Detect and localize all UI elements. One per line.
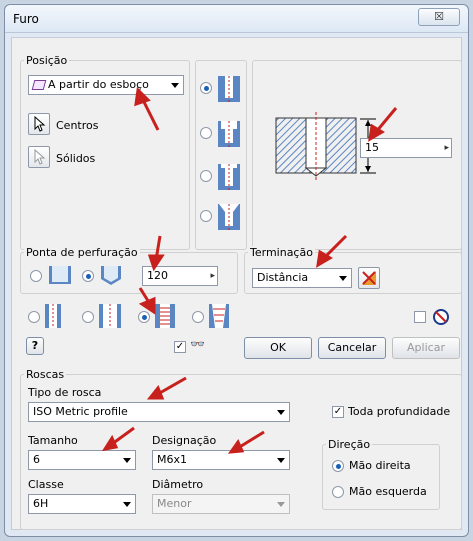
- left-hand-radio[interactable]: [332, 486, 344, 498]
- chevron-down-icon: [123, 458, 131, 463]
- style-tapped-radio[interactable]: [138, 311, 150, 323]
- direction-label: Direção: [326, 438, 373, 451]
- close-icon: ☒: [434, 10, 444, 23]
- size-label: Tamanho: [28, 434, 78, 447]
- hole-dialog: Furo ☒ Posição A partir do esboço Centro…: [4, 4, 469, 537]
- preview-checkbox[interactable]: ✓: [174, 341, 186, 353]
- placement-value: A partir do esboço: [48, 78, 149, 91]
- termination-value: Distância: [257, 271, 309, 284]
- tapped-style-icon: [155, 304, 175, 328]
- pointer-icon: [34, 115, 46, 132]
- ponta-label: Ponta de perfuração: [24, 246, 140, 259]
- chevron-down-icon: [277, 502, 285, 507]
- simple-hole-icon: [218, 76, 240, 102]
- chevron-down-icon: [277, 458, 285, 463]
- right-hand-radio[interactable]: [332, 460, 344, 472]
- spotface-hole-icon: [218, 164, 240, 190]
- dialog-body: Posição A partir do esboço Centros Sólid…: [11, 37, 462, 530]
- depth-value: 15: [365, 141, 379, 154]
- flip-direction-button[interactable]: [358, 267, 380, 289]
- solidos-label: Sólidos: [56, 152, 96, 165]
- depth-input[interactable]: 15 ▸: [360, 138, 452, 158]
- termination-combo[interactable]: Distância: [252, 268, 352, 288]
- tip-angle-value: 120: [147, 269, 168, 282]
- infer-imate-checkbox[interactable]: [414, 311, 426, 323]
- chevron-right-icon: ▸: [210, 271, 215, 281]
- ok-button[interactable]: OK: [244, 337, 312, 359]
- angle-tip-icon: [101, 266, 121, 285]
- taper-style-icon: [209, 304, 229, 328]
- close-button[interactable]: ☒: [418, 8, 460, 26]
- direction-group: [322, 444, 440, 510]
- size-value: 6: [33, 453, 40, 466]
- full-depth-label: Toda profundidade: [348, 405, 451, 418]
- thread-type-combo[interactable]: ISO Metric profile: [28, 402, 290, 422]
- cancel-button[interactable]: Cancelar: [318, 337, 386, 359]
- designation-label: Designação: [152, 434, 217, 447]
- class-value: 6H: [33, 497, 49, 510]
- size-combo[interactable]: 6: [28, 450, 136, 470]
- countersink-hole-icon: [218, 204, 240, 230]
- thread-type-label: Tipo de rosca: [28, 386, 102, 399]
- centros-label: Centros: [56, 119, 99, 132]
- terminacao-label: Terminação: [248, 246, 315, 259]
- diameter-value: Menor: [157, 497, 192, 510]
- designation-value: M6x1: [157, 453, 187, 466]
- roscas-label: Roscas: [24, 368, 67, 381]
- help-icon: ?: [31, 339, 39, 352]
- clearance-style-icon: [99, 304, 121, 328]
- help-button[interactable]: ?: [26, 337, 44, 355]
- solidos-button[interactable]: [28, 146, 50, 168]
- hole-simple-radio[interactable]: [200, 82, 212, 94]
- tip-angle-radio[interactable]: [82, 270, 94, 282]
- class-combo[interactable]: 6H: [28, 494, 136, 514]
- pointer-icon: [34, 148, 46, 165]
- tip-angle-input[interactable]: 120 ▸: [142, 266, 218, 286]
- class-label: Classe: [28, 478, 64, 491]
- apply-button[interactable]: Aplicar: [392, 337, 460, 359]
- flip-icon: [362, 271, 376, 285]
- hole-spotface-radio[interactable]: [200, 170, 212, 182]
- centros-button[interactable]: [28, 113, 50, 135]
- style-clearance-radio[interactable]: [82, 311, 94, 323]
- title-bar: Furo ☒: [5, 5, 468, 33]
- placement-combo[interactable]: A partir do esboço: [28, 75, 184, 95]
- flat-tip-icon: [49, 266, 71, 284]
- chevron-down-icon: [123, 502, 131, 507]
- window-title: Furo: [13, 12, 39, 26]
- diameter-combo[interactable]: Menor: [152, 494, 290, 514]
- hole-preview-diagram: [275, 112, 357, 180]
- chevron-right-icon: ▸: [444, 143, 449, 153]
- style-taper-radio[interactable]: [192, 311, 204, 323]
- style-simple-radio[interactable]: [28, 311, 40, 323]
- left-hand-label: Mão esquerda: [349, 485, 427, 498]
- sketch-icon: [31, 80, 47, 90]
- designation-combo[interactable]: M6x1: [152, 450, 290, 470]
- glasses-icon: 👓: [190, 337, 205, 351]
- chevron-down-icon: [171, 83, 179, 88]
- diameter-label: Diâmetro: [152, 478, 204, 491]
- right-hand-label: Mão direita: [349, 459, 411, 472]
- chevron-down-icon: [277, 410, 285, 415]
- thread-type-value: ISO Metric profile: [33, 405, 128, 418]
- simple-style-icon: [45, 304, 61, 328]
- hole-counterbore-radio[interactable]: [200, 127, 212, 139]
- counterbore-hole-icon: [218, 121, 240, 147]
- posicao-label: Posição: [24, 54, 70, 67]
- full-depth-checkbox[interactable]: ✓: [332, 406, 344, 418]
- hole-countersink-radio[interactable]: [200, 210, 212, 222]
- imate-icon: [433, 309, 449, 325]
- chevron-down-icon: [339, 276, 347, 281]
- tip-flat-radio[interactable]: [30, 270, 42, 282]
